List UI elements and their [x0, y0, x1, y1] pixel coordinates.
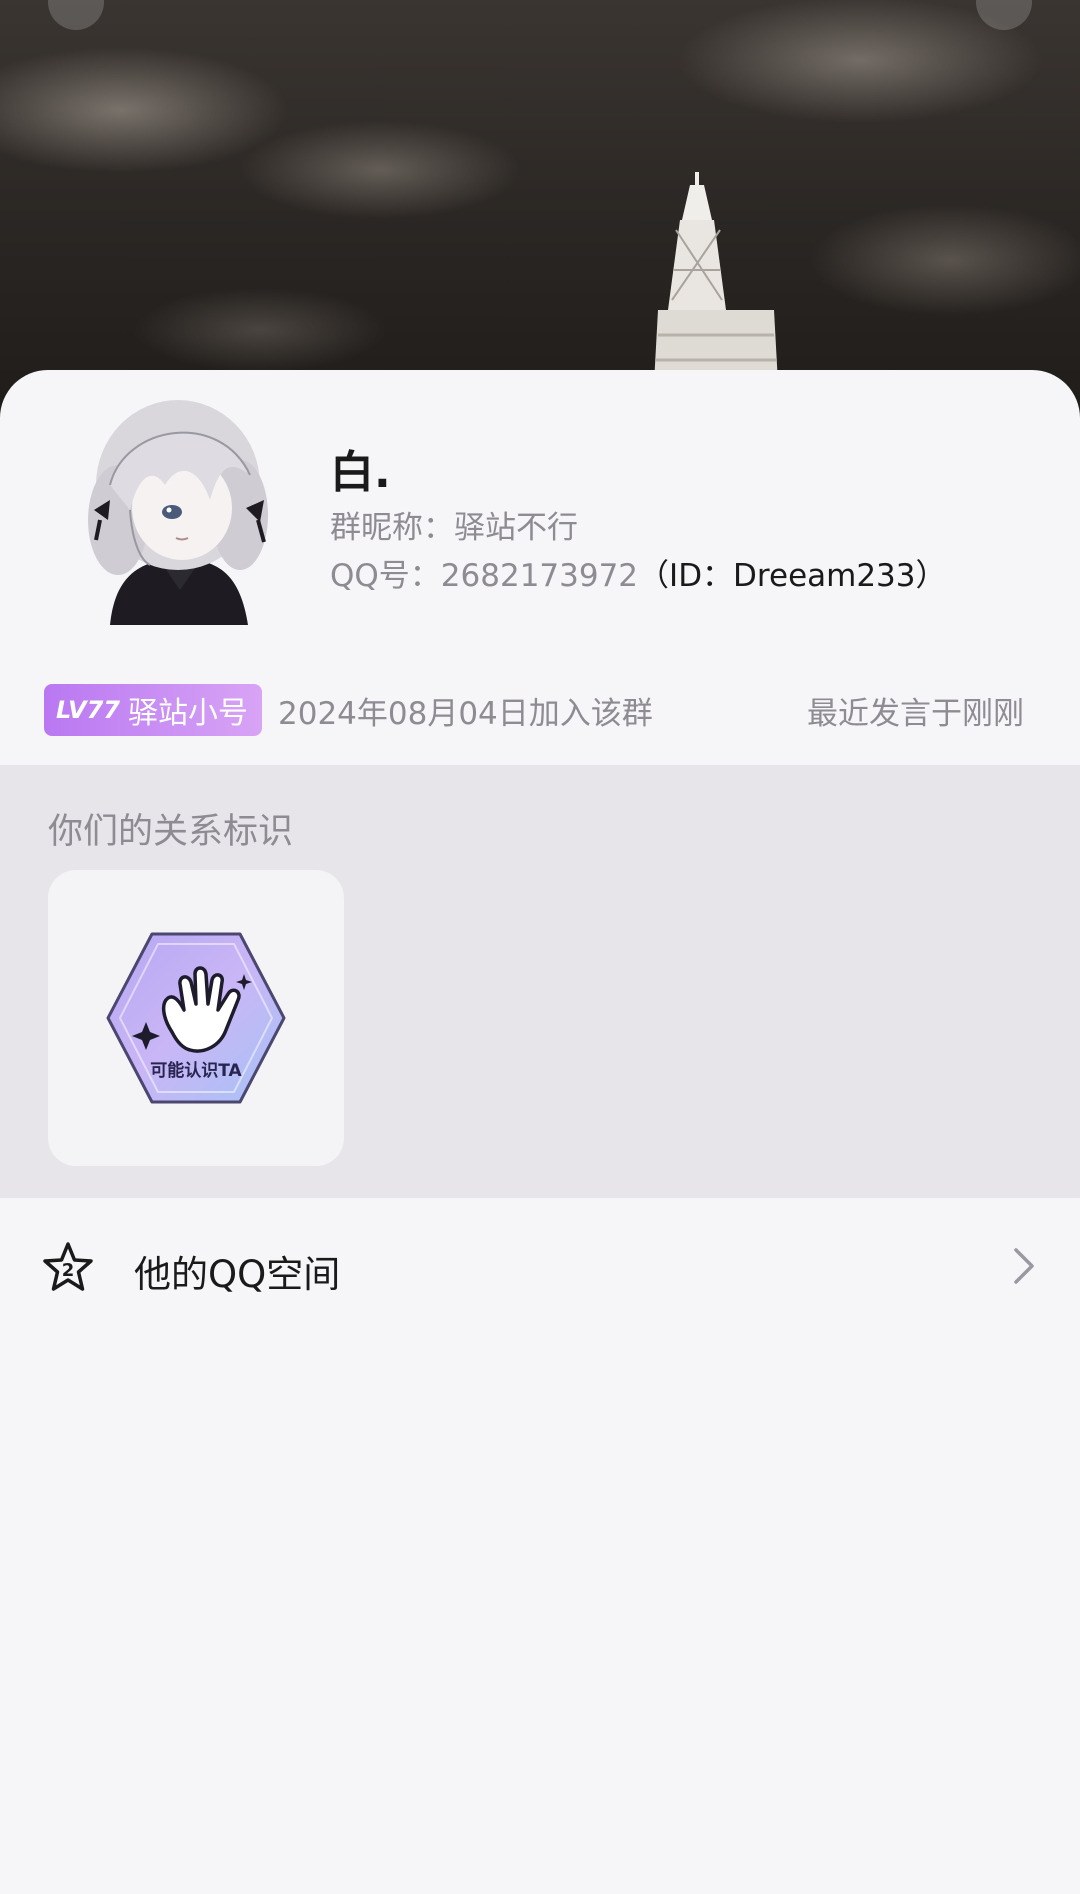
relation-tag-card[interactable]: 可能认识TA	[48, 870, 344, 1166]
relation-section: 你们的关系标识 可能认识TA	[0, 765, 1080, 1198]
group-nickname: 群昵称：驿站不行	[330, 510, 578, 546]
relation-tag-label: 可能认识TA	[150, 1061, 242, 1081]
nickname: 白.	[330, 447, 391, 498]
join-date: 2024年08月04日加入该群	[278, 696, 653, 732]
more-icon	[976, 0, 1004, 2]
star-icon-number: 2	[62, 1260, 75, 1281]
chevron-right-icon	[1014, 1248, 1034, 1284]
avatar[interactable]	[70, 390, 290, 630]
avatar-illustration	[88, 400, 268, 625]
tower-illustration	[652, 172, 780, 420]
last-speak-time: 最近发言于刚刚	[807, 696, 1024, 732]
qq-id: （ID：Dreeam233）	[638, 558, 947, 594]
title-badge: 驿站小号	[127, 696, 248, 731]
qq-number-line[interactable]: QQ号：2682173972（ID：Dreeam233）	[330, 550, 947, 595]
cover-photo	[0, 0, 1080, 420]
qzone-label: 他的QQ空间	[134, 1253, 341, 1296]
qq-number: QQ号：2682173972	[330, 558, 639, 594]
back-arrow-icon	[48, 0, 76, 2]
qzone-row[interactable]: 2 他的QQ空间	[0, 1210, 1080, 1320]
relation-section-title: 你们的关系标识	[48, 812, 294, 852]
level-badge: LV77	[56, 696, 120, 724]
level-title-badge: LV77 驿站小号	[44, 684, 262, 736]
profile-card: 白. 群昵称：驿站不行 QQ号：2682173972（ID：Dreeam233）…	[0, 370, 1080, 1894]
star-icon: 2	[43, 1242, 93, 1291]
